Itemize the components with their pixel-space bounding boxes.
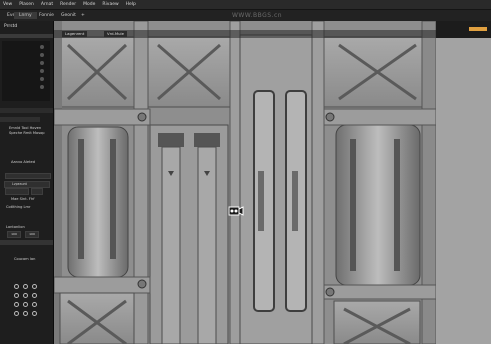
- menu-item-mode[interactable]: Mode: [83, 2, 95, 7]
- section-tool-bar[interactable]: [0, 117, 40, 122]
- tab-add-button[interactable]: +: [76, 12, 90, 19]
- toggle-icon[interactable]: [23, 311, 28, 316]
- section-bar[interactable]: [4, 181, 50, 188]
- menu-item-rivaew[interactable]: Rivaew: [102, 2, 118, 7]
- panel-title: Prrstd: [4, 24, 18, 29]
- value-field[interactable]: [5, 188, 29, 195]
- toggle-icon[interactable]: [32, 311, 37, 316]
- toggle-icon[interactable]: [32, 293, 37, 298]
- option-tool-hover[interactable]: Emnld Tool Hoven: [9, 126, 41, 130]
- visibility-icon[interactable]: [40, 85, 44, 89]
- toggle-icon[interactable]: [14, 293, 19, 298]
- toggle-icon[interactable]: [32, 284, 37, 289]
- toggle-icon[interactable]: [32, 302, 37, 307]
- icon-grid: [14, 284, 46, 326]
- left-panel: Prrstd Emnld Tool Hoven Speche Rmit Moso…: [0, 21, 54, 344]
- section-label-2: Mae Sint. Fhf: [11, 197, 35, 201]
- section-label-3: Cotlthing Lmr: [6, 205, 31, 209]
- menu-item-plasen[interactable]: Plasen: [19, 2, 34, 7]
- sci-fi-panel-render: [54, 21, 436, 344]
- section-label: Lvpeaunt: [12, 182, 27, 186]
- visibility-icon[interactable]: [40, 45, 44, 49]
- accent-indicator: [469, 27, 487, 31]
- watermark: WWW.BBGS.cn: [232, 12, 283, 19]
- menu-item-arnat[interactable]: Arnat: [41, 2, 53, 7]
- toggle-icon[interactable]: [14, 302, 19, 307]
- option-speche[interactable]: Speche Rmit Mosop: [9, 131, 45, 135]
- toggle-icon[interactable]: [23, 284, 28, 289]
- menu-item-view[interactable]: Vew: [3, 2, 12, 7]
- toggle-icon[interactable]: [23, 302, 28, 307]
- value-field-2[interactable]: [31, 188, 43, 195]
- value-b[interactable]: 100: [25, 231, 39, 238]
- section-divider: [0, 108, 53, 113]
- panel-header-strip: [0, 34, 53, 38]
- menu-bar: Vew Plasen Arnat Render Mode Rivaew Help: [0, 0, 491, 10]
- visibility-icon[interactable]: [40, 69, 44, 73]
- menu-item-render[interactable]: Render: [60, 2, 76, 7]
- menu-item-help[interactable]: Help: [126, 2, 136, 7]
- option-auto[interactable]: Aanvo Aleted: [11, 160, 35, 164]
- visibility-icon[interactable]: [40, 77, 44, 81]
- right-panel: [436, 21, 491, 344]
- 3d-viewport[interactable]: Lagenrent Vrd-Mule: [54, 21, 436, 344]
- slider-field[interactable]: [5, 173, 51, 179]
- shading-dropdown[interactable]: Lagenrent: [62, 31, 88, 37]
- location-label: Lontonlion: [6, 225, 25, 229]
- value-a[interactable]: 100: [7, 231, 21, 238]
- view-mode-label[interactable]: Vrd-Mule: [104, 31, 127, 37]
- icon-group-label: Coucom Ian: [14, 257, 36, 261]
- toggle-icon[interactable]: [14, 284, 19, 289]
- section-divider-2: [0, 240, 53, 245]
- layer-list[interactable]: [2, 41, 50, 101]
- toggle-icon[interactable]: [23, 293, 28, 298]
- camera-icon[interactable]: [228, 205, 244, 217]
- visibility-icon[interactable]: [40, 53, 44, 57]
- toggle-icon[interactable]: [14, 311, 19, 316]
- visibility-icon[interactable]: [40, 61, 44, 65]
